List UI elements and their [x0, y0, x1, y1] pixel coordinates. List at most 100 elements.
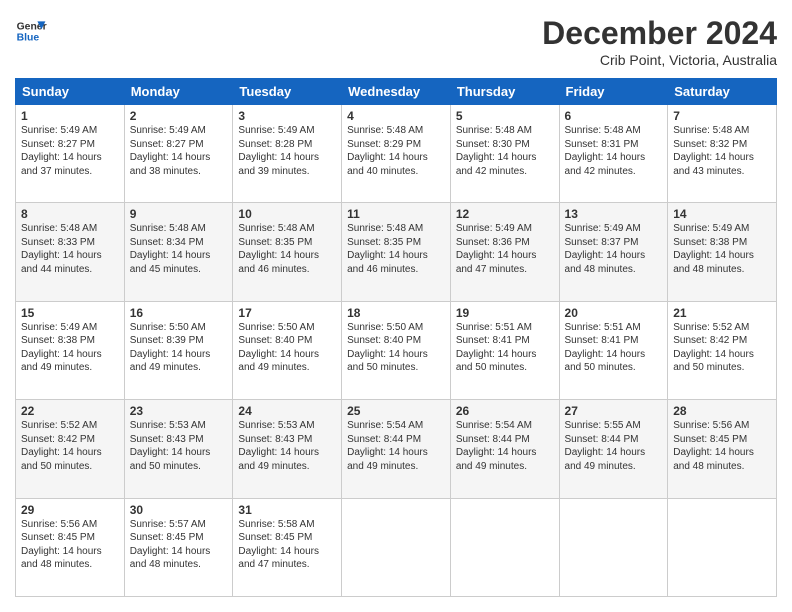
day-number: 28 — [673, 404, 771, 418]
day-number: 4 — [347, 109, 445, 123]
cell-content: Sunrise: 5:50 AMSunset: 8:40 PMDaylight:… — [347, 321, 445, 375]
logo-icon: General Blue — [15, 15, 47, 47]
calendar-table: Sunday Monday Tuesday Wednesday Thursday… — [15, 78, 777, 597]
day-number: 6 — [565, 109, 663, 123]
calendar-cell: 5Sunrise: 5:48 AMSunset: 8:30 PMDaylight… — [450, 105, 559, 203]
calendar-cell: 23Sunrise: 5:53 AMSunset: 8:43 PMDayligh… — [124, 400, 233, 498]
calendar-cell — [559, 498, 668, 596]
day-number: 31 — [238, 503, 336, 517]
day-number: 25 — [347, 404, 445, 418]
col-monday: Monday — [124, 79, 233, 105]
calendar-cell: 1Sunrise: 5:49 AMSunset: 8:27 PMDaylight… — [16, 105, 125, 203]
cell-content: Sunrise: 5:52 AMSunset: 8:42 PMDaylight:… — [673, 321, 771, 375]
cell-content: Sunrise: 5:49 AMSunset: 8:38 PMDaylight:… — [21, 321, 119, 375]
svg-text:Blue: Blue — [17, 33, 40, 44]
calendar-cell: 25Sunrise: 5:54 AMSunset: 8:44 PMDayligh… — [342, 400, 451, 498]
calendar-cell: 15Sunrise: 5:49 AMSunset: 8:38 PMDayligh… — [16, 301, 125, 399]
calendar-cell: 24Sunrise: 5:53 AMSunset: 8:43 PMDayligh… — [233, 400, 342, 498]
calendar-cell: 29Sunrise: 5:56 AMSunset: 8:45 PMDayligh… — [16, 498, 125, 596]
day-number: 30 — [130, 503, 228, 517]
day-number: 24 — [238, 404, 336, 418]
calendar-cell: 4Sunrise: 5:48 AMSunset: 8:29 PMDaylight… — [342, 105, 451, 203]
col-tuesday: Tuesday — [233, 79, 342, 105]
cell-content: Sunrise: 5:49 AMSunset: 8:36 PMDaylight:… — [456, 222, 554, 276]
cell-content: Sunrise: 5:58 AMSunset: 8:45 PMDaylight:… — [238, 518, 336, 572]
cell-content: Sunrise: 5:49 AMSunset: 8:37 PMDaylight:… — [565, 222, 663, 276]
day-number: 10 — [238, 207, 336, 221]
day-number: 16 — [130, 306, 228, 320]
cell-content: Sunrise: 5:50 AMSunset: 8:39 PMDaylight:… — [130, 321, 228, 375]
cell-content: Sunrise: 5:54 AMSunset: 8:44 PMDaylight:… — [347, 419, 445, 473]
week-row-2: 8Sunrise: 5:48 AMSunset: 8:33 PMDaylight… — [16, 203, 777, 301]
cell-content: Sunrise: 5:57 AMSunset: 8:45 PMDaylight:… — [130, 518, 228, 572]
calendar-cell: 17Sunrise: 5:50 AMSunset: 8:40 PMDayligh… — [233, 301, 342, 399]
cell-content: Sunrise: 5:51 AMSunset: 8:41 PMDaylight:… — [456, 321, 554, 375]
day-number: 23 — [130, 404, 228, 418]
day-number: 17 — [238, 306, 336, 320]
day-number: 2 — [130, 109, 228, 123]
day-number: 27 — [565, 404, 663, 418]
cell-content: Sunrise: 5:50 AMSunset: 8:40 PMDaylight:… — [238, 321, 336, 375]
cell-content: Sunrise: 5:48 AMSunset: 8:33 PMDaylight:… — [21, 222, 119, 276]
day-number: 22 — [21, 404, 119, 418]
cell-content: Sunrise: 5:48 AMSunset: 8:32 PMDaylight:… — [673, 124, 771, 178]
calendar-cell: 30Sunrise: 5:57 AMSunset: 8:45 PMDayligh… — [124, 498, 233, 596]
calendar-cell: 18Sunrise: 5:50 AMSunset: 8:40 PMDayligh… — [342, 301, 451, 399]
calendar-cell: 3Sunrise: 5:49 AMSunset: 8:28 PMDaylight… — [233, 105, 342, 203]
cell-content: Sunrise: 5:56 AMSunset: 8:45 PMDaylight:… — [21, 518, 119, 572]
col-sunday: Sunday — [16, 79, 125, 105]
cell-content: Sunrise: 5:48 AMSunset: 8:29 PMDaylight:… — [347, 124, 445, 178]
day-number: 11 — [347, 207, 445, 221]
header-row: Sunday Monday Tuesday Wednesday Thursday… — [16, 79, 777, 105]
cell-content: Sunrise: 5:49 AMSunset: 8:27 PMDaylight:… — [130, 124, 228, 178]
day-number: 15 — [21, 306, 119, 320]
col-saturday: Saturday — [668, 79, 777, 105]
day-number: 21 — [673, 306, 771, 320]
day-number: 14 — [673, 207, 771, 221]
day-number: 9 — [130, 207, 228, 221]
calendar-cell: 10Sunrise: 5:48 AMSunset: 8:35 PMDayligh… — [233, 203, 342, 301]
cell-content: Sunrise: 5:52 AMSunset: 8:42 PMDaylight:… — [21, 419, 119, 473]
col-wednesday: Wednesday — [342, 79, 451, 105]
day-number: 3 — [238, 109, 336, 123]
cell-content: Sunrise: 5:49 AMSunset: 8:27 PMDaylight:… — [21, 124, 119, 178]
cell-content: Sunrise: 5:48 AMSunset: 8:30 PMDaylight:… — [456, 124, 554, 178]
day-number: 12 — [456, 207, 554, 221]
week-row-1: 1Sunrise: 5:49 AMSunset: 8:27 PMDaylight… — [16, 105, 777, 203]
col-friday: Friday — [559, 79, 668, 105]
day-number: 13 — [565, 207, 663, 221]
page: General Blue December 2024 Crib Point, V… — [0, 0, 792, 612]
header: General Blue December 2024 Crib Point, V… — [15, 15, 777, 68]
calendar-cell: 22Sunrise: 5:52 AMSunset: 8:42 PMDayligh… — [16, 400, 125, 498]
cell-content: Sunrise: 5:55 AMSunset: 8:44 PMDaylight:… — [565, 419, 663, 473]
calendar-cell: 19Sunrise: 5:51 AMSunset: 8:41 PMDayligh… — [450, 301, 559, 399]
subtitle: Crib Point, Victoria, Australia — [542, 52, 777, 68]
title-block: December 2024 Crib Point, Victoria, Aust… — [542, 15, 777, 68]
day-number: 1 — [21, 109, 119, 123]
month-title: December 2024 — [542, 15, 777, 52]
calendar-cell: 16Sunrise: 5:50 AMSunset: 8:39 PMDayligh… — [124, 301, 233, 399]
cell-content: Sunrise: 5:53 AMSunset: 8:43 PMDaylight:… — [130, 419, 228, 473]
week-row-5: 29Sunrise: 5:56 AMSunset: 8:45 PMDayligh… — [16, 498, 777, 596]
cell-content: Sunrise: 5:49 AMSunset: 8:38 PMDaylight:… — [673, 222, 771, 276]
calendar-cell: 8Sunrise: 5:48 AMSunset: 8:33 PMDaylight… — [16, 203, 125, 301]
day-number: 8 — [21, 207, 119, 221]
day-number: 29 — [21, 503, 119, 517]
day-number: 19 — [456, 306, 554, 320]
calendar-cell: 27Sunrise: 5:55 AMSunset: 8:44 PMDayligh… — [559, 400, 668, 498]
calendar-cell: 11Sunrise: 5:48 AMSunset: 8:35 PMDayligh… — [342, 203, 451, 301]
day-number: 18 — [347, 306, 445, 320]
cell-content: Sunrise: 5:56 AMSunset: 8:45 PMDaylight:… — [673, 419, 771, 473]
cell-content: Sunrise: 5:48 AMSunset: 8:31 PMDaylight:… — [565, 124, 663, 178]
calendar-cell: 21Sunrise: 5:52 AMSunset: 8:42 PMDayligh… — [668, 301, 777, 399]
cell-content: Sunrise: 5:48 AMSunset: 8:35 PMDaylight:… — [238, 222, 336, 276]
week-row-4: 22Sunrise: 5:52 AMSunset: 8:42 PMDayligh… — [16, 400, 777, 498]
calendar-cell: 13Sunrise: 5:49 AMSunset: 8:37 PMDayligh… — [559, 203, 668, 301]
cell-content: Sunrise: 5:49 AMSunset: 8:28 PMDaylight:… — [238, 124, 336, 178]
calendar-cell: 6Sunrise: 5:48 AMSunset: 8:31 PMDaylight… — [559, 105, 668, 203]
calendar-cell: 20Sunrise: 5:51 AMSunset: 8:41 PMDayligh… — [559, 301, 668, 399]
day-number: 20 — [565, 306, 663, 320]
calendar-cell: 28Sunrise: 5:56 AMSunset: 8:45 PMDayligh… — [668, 400, 777, 498]
calendar-cell: 7Sunrise: 5:48 AMSunset: 8:32 PMDaylight… — [668, 105, 777, 203]
calendar-cell: 9Sunrise: 5:48 AMSunset: 8:34 PMDaylight… — [124, 203, 233, 301]
